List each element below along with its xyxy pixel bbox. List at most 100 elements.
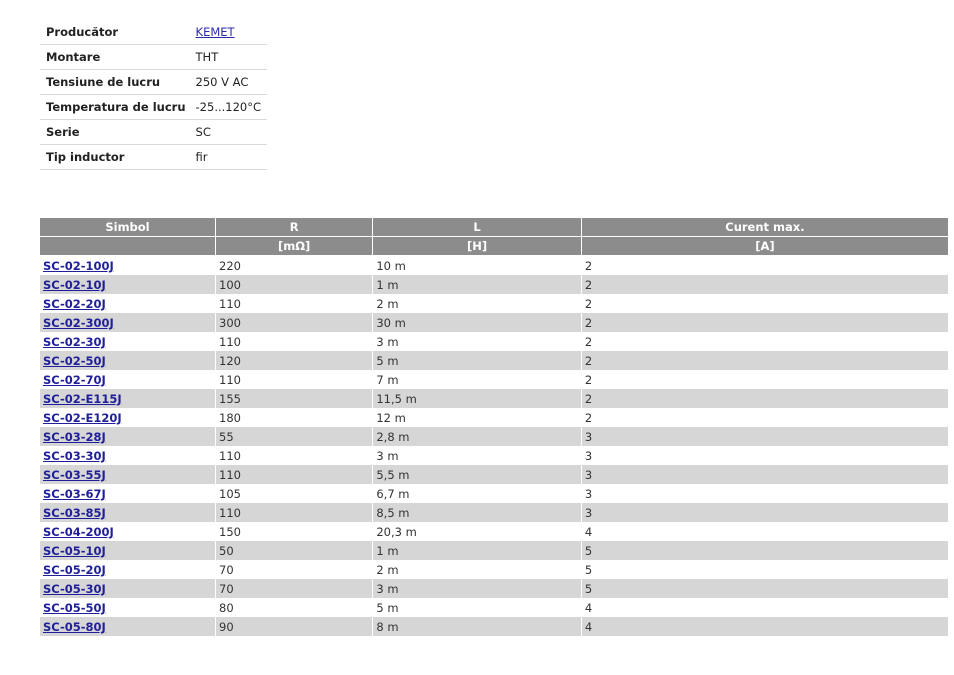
- column-header-symbol[interactable]: Simbol: [40, 218, 216, 237]
- cell-symbol: SC-02-50J: [40, 351, 216, 370]
- table-row: SC-02-70J 110 7 m2: [40, 370, 948, 389]
- cell-r: 90: [216, 617, 374, 636]
- table-row: SC-02-E115J 155 11,5 m2: [40, 389, 948, 408]
- cell-symbol: SC-03-67J: [40, 484, 216, 503]
- table-row: SC-03-28J 55 2,8 m3: [40, 427, 948, 446]
- cell-l: 12 m: [373, 408, 582, 427]
- spec-value-cell: KEMET: [189, 20, 268, 45]
- cell-r: 110: [216, 332, 374, 351]
- table-row: SC-05-30J 70 3 m5: [40, 579, 948, 598]
- table-row: SC-02-100J 220 10 m2: [40, 256, 948, 275]
- cell-current: 4: [581, 617, 948, 636]
- product-link[interactable]: SC-03-67J: [43, 487, 106, 501]
- table-row: SC-02-50J 120 5 m2: [40, 351, 948, 370]
- product-link[interactable]: SC-02-50J: [43, 354, 106, 368]
- cell-symbol: SC-02-10J: [40, 275, 216, 294]
- cell-current: 3: [581, 503, 948, 522]
- table-row: SC-04-200J 150 20,3 m4: [40, 522, 948, 541]
- spec-row: Montare THT: [40, 44, 268, 70]
- product-link[interactable]: SC-05-80J: [43, 620, 106, 634]
- product-link[interactable]: SC-02-30J: [43, 335, 106, 349]
- table-row: SC-03-85J 110 8,5 m3: [40, 503, 948, 522]
- product-link[interactable]: SC-02-10J: [43, 278, 106, 292]
- cell-symbol: SC-05-10J: [40, 541, 216, 560]
- spec-value: fir: [189, 144, 268, 170]
- cell-r: 50: [216, 541, 374, 560]
- cell-current: 3: [581, 465, 948, 484]
- cell-r: 80: [216, 598, 374, 617]
- cell-current: 4: [584, 600, 593, 615]
- cell-symbol: SC-02-E120J: [40, 408, 216, 427]
- cell-l: 5 m: [373, 351, 582, 370]
- cell-current: 2: [584, 258, 593, 273]
- cell-r: 110: [216, 294, 374, 313]
- cell-r: 110: [216, 465, 374, 484]
- spec-row: Tip inductor fir: [40, 144, 268, 170]
- table-row: SC-02-E120J 180 12 m2: [40, 408, 948, 427]
- cell-r: 120: [216, 351, 374, 370]
- product-link[interactable]: SC-05-50J: [43, 601, 106, 615]
- cell-current: 5: [581, 579, 948, 598]
- cell-current: 2: [581, 313, 948, 332]
- product-link[interactable]: SC-03-28J: [43, 430, 106, 444]
- cell-r: 300: [216, 313, 374, 332]
- cell-l: 30 m: [373, 313, 582, 332]
- unit-symbol: [40, 237, 216, 256]
- product-link[interactable]: SC-03-30J: [43, 449, 106, 463]
- cell-l: 10 m: [373, 256, 582, 275]
- table-row: SC-02-300J 300 30 m2: [40, 313, 948, 332]
- product-link[interactable]: SC-03-85J: [43, 506, 106, 520]
- product-link[interactable]: SC-05-20J: [43, 563, 106, 577]
- product-link[interactable]: SC-05-10J: [43, 544, 106, 558]
- manufacturer-link[interactable]: KEMET: [196, 25, 235, 39]
- column-header-current[interactable]: Curent max.: [581, 218, 948, 237]
- cell-symbol: SC-04-200J: [40, 522, 216, 541]
- spec-value: SC: [189, 119, 268, 145]
- cell-r: 100: [216, 275, 374, 294]
- cell-current: 2: [584, 334, 593, 349]
- product-link[interactable]: SC-02-E115J: [43, 392, 122, 406]
- product-link[interactable]: SC-04-200J: [43, 525, 114, 539]
- table-row: SC-05-20J 70 2 m5: [40, 560, 948, 579]
- cell-r: 180: [216, 408, 374, 427]
- cell-l: 8 m: [373, 617, 582, 636]
- table-header-row: Simbol R L Curent max.: [40, 218, 948, 237]
- cell-symbol: SC-05-30J: [40, 579, 216, 598]
- cell-current: 4: [584, 524, 593, 539]
- cell-symbol: SC-02-E115J: [40, 389, 216, 408]
- product-link[interactable]: SC-03-55J: [43, 468, 106, 482]
- column-header-r[interactable]: R: [216, 218, 374, 237]
- spec-row: Producător KEMET: [40, 20, 268, 45]
- product-link[interactable]: SC-02-20J: [43, 297, 106, 311]
- spec-row: Temperatura de lucru -25...120°C: [40, 94, 268, 120]
- specifications-table: Producător KEMET Montare THT Tensiune de luc…: [40, 20, 268, 170]
- column-header-l[interactable]: L: [373, 218, 582, 237]
- unit-r: [mΩ]: [216, 237, 374, 256]
- product-link[interactable]: SC-05-30J: [43, 582, 106, 596]
- spec-label: Temperatura de lucru: [40, 94, 190, 120]
- product-link[interactable]: SC-02-100J: [43, 259, 114, 273]
- cell-symbol: SC-02-70J: [40, 370, 216, 389]
- unit-current: [A]: [581, 237, 948, 256]
- cell-r: 105: [216, 484, 374, 503]
- cell-r: 70: [216, 560, 374, 579]
- table-row: SC-03-67J 105 6,7 m3: [40, 484, 948, 503]
- cell-l: 1 m: [373, 541, 582, 560]
- cell-l: 3 m: [373, 446, 582, 465]
- cell-l: 3 m: [373, 332, 582, 351]
- spec-value: -25...120°C: [189, 94, 268, 120]
- cell-current: 2: [584, 296, 593, 311]
- cell-r: 110: [216, 370, 374, 389]
- product-link[interactable]: SC-02-E120J: [43, 411, 122, 425]
- product-link[interactable]: SC-02-300J: [43, 316, 114, 330]
- spec-row: Tensiune de lucru 250 V AC: [40, 69, 268, 95]
- cell-current: 2: [581, 389, 948, 408]
- unit-l: [H]: [373, 237, 582, 256]
- table-row: SC-03-55J 110 5,5 m3: [40, 465, 948, 484]
- table-row: SC-05-80J 90 8 m4: [40, 617, 948, 636]
- spec-value: THT: [189, 44, 268, 70]
- product-link[interactable]: SC-02-70J: [43, 373, 106, 387]
- cell-symbol: SC-03-55J: [40, 465, 216, 484]
- cell-current: 5: [581, 541, 948, 560]
- cell-r: 150: [216, 522, 374, 541]
